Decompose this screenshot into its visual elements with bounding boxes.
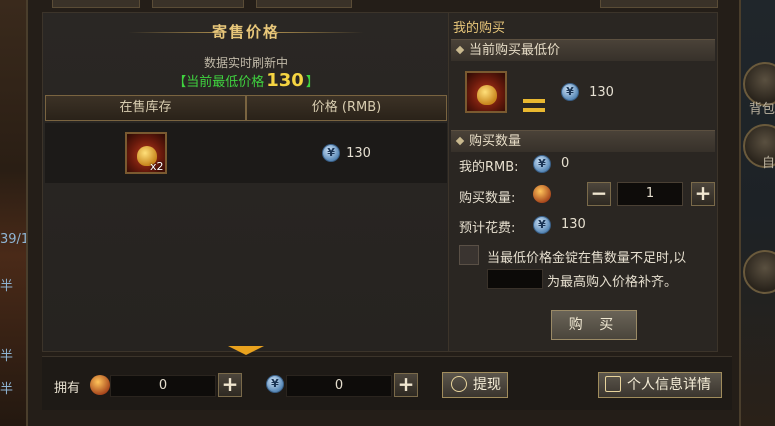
lowest-price-line: 【当前最低价格 130】: [43, 70, 449, 91]
buy-button[interactable]: 购 买: [551, 310, 637, 340]
decrease-qty-button[interactable]: −: [587, 182, 611, 206]
price-cell: ¥ 130: [246, 123, 447, 183]
hp-text: 39/1: [0, 232, 30, 247]
top-tab-3[interactable]: [256, 0, 352, 8]
lowest-prefix: 【当前最低价格: [173, 75, 265, 90]
rmb-coin-icon: ¥: [533, 216, 551, 234]
bg-text-2: 半: [0, 349, 14, 364]
profile-icon: [605, 376, 621, 392]
own-label: 拥有: [54, 381, 81, 396]
col-price: 价格 (RMB): [246, 95, 447, 121]
expand-arrow-icon[interactable]: [228, 346, 264, 355]
withdraw-button[interactable]: 提现: [442, 372, 508, 398]
add-gold-button[interactable]: +: [218, 373, 242, 397]
bag-side-label: 背包: [748, 102, 775, 117]
sell-price-panel: 寄售价格 数据实时刷新中 【当前最低价格 130】 在售库存 价格 (RMB) x…: [42, 12, 450, 352]
top-tab-4[interactable]: [600, 0, 718, 8]
my-rmb-value: 0: [561, 156, 570, 171]
table-header: 在售库存 价格 (RMB): [45, 95, 447, 121]
sell-price-title: 寄售价格: [211, 23, 280, 41]
fill-note-line2: 为最高购入价格补齐。: [547, 275, 678, 290]
lowest-suffix: 】: [305, 75, 319, 90]
help-side-button[interactable]: [743, 250, 775, 294]
fill-checkbox[interactable]: [459, 245, 479, 265]
table-row[interactable]: x2 ¥ 130: [45, 123, 447, 183]
top-tab-2[interactable]: [152, 0, 244, 8]
col-stock: 在售库存: [45, 95, 246, 121]
row-price: 130: [346, 145, 371, 161]
item-quantity: x2: [149, 160, 164, 173]
gold-balance-field: 0: [110, 375, 216, 397]
gold-bag-small-icon: [533, 185, 551, 203]
rmb-balance-field: 0: [286, 375, 392, 397]
bottom-bar: 拥有 0 + ¥ 0 + 提现 个人信息详情: [42, 356, 732, 410]
buy-qty-label: 购买数量:: [459, 191, 516, 206]
rmb-coin-icon: ¥: [266, 375, 284, 393]
section-lowest-header: 当前购买最低价: [451, 39, 715, 61]
fill-note-line1: 当最低价格金锭在售数量不足时,以: [487, 251, 687, 266]
gold-bag-small-icon: [90, 375, 110, 395]
section-qty-header: 购买数量: [451, 130, 715, 152]
my-rmb-label: 我的RMB:: [459, 160, 519, 175]
withdraw-label: 提现: [473, 377, 501, 393]
lowest-price-value: 130: [266, 70, 304, 91]
rmb-coin-icon: ¥: [533, 155, 551, 173]
rmb-coin-icon: ¥: [322, 144, 341, 162]
auto-side-label: 自: [761, 156, 775, 171]
equals-icon: [523, 99, 545, 117]
est-cost-label: 预计花费:: [459, 221, 516, 236]
qty-input[interactable]: 1: [617, 182, 683, 206]
purchase-lowest-price: 130: [589, 84, 614, 100]
rmb-coin-icon: ¥: [561, 83, 579, 101]
est-cost-value: 130: [561, 217, 586, 232]
title-ornament-right: [274, 32, 364, 33]
profile-details-button[interactable]: 个人信息详情: [598, 372, 722, 398]
withdraw-icon: [451, 376, 467, 392]
lowest-price-display: ¥ 130: [561, 83, 614, 101]
top-tab-1[interactable]: [52, 0, 140, 8]
bg-text-1: 半: [0, 279, 14, 294]
increase-qty-button[interactable]: +: [691, 182, 715, 206]
gold-bag-icon: [465, 71, 507, 113]
stock-cell: x2: [45, 123, 246, 183]
add-rmb-button[interactable]: +: [394, 373, 418, 397]
profile-label: 个人信息详情: [627, 377, 711, 393]
max-price-input[interactable]: [487, 269, 543, 289]
gold-bag-icon: x2: [124, 132, 167, 174]
refresh-status: 数据实时刷新中: [203, 56, 288, 70]
my-purchase-title: 我的购买: [453, 21, 506, 36]
my-purchase-panel: 我的购买 当前购买最低价 ¥ 130 购买数量 我的RMB: ¥ 0 购买数量:…: [448, 12, 718, 352]
bg-text-3: 半: [0, 382, 14, 397]
